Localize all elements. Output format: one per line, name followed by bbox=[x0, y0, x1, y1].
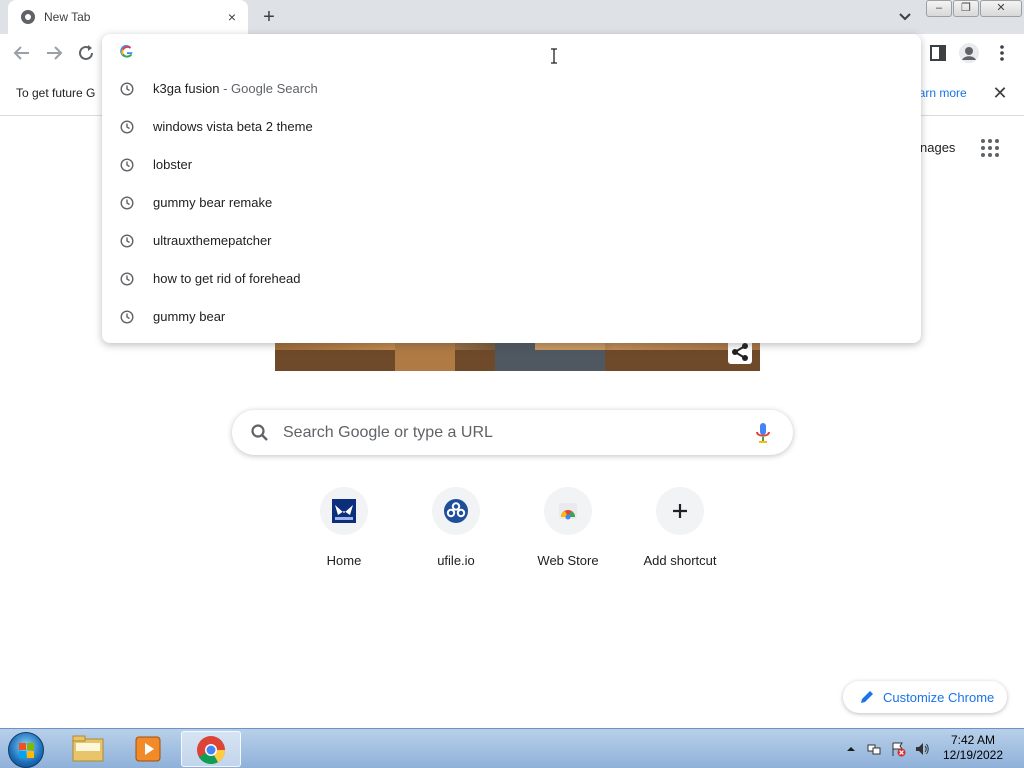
suggestion-query: ultrauxthemepatcher bbox=[153, 233, 272, 248]
microphone-icon[interactable] bbox=[754, 422, 772, 444]
suggestion-text: gummy bear bbox=[153, 309, 225, 324]
omnibox-suggestion[interactable]: how to get rid of forehead bbox=[102, 260, 921, 298]
shortcut-web-store[interactable]: Web Store bbox=[513, 487, 623, 577]
shortcut-label: Home bbox=[326, 553, 362, 568]
tab-title: New Tab bbox=[44, 10, 91, 24]
history-clock-icon bbox=[120, 234, 134, 248]
ntp-search-box[interactable]: Search Google or type a URL bbox=[232, 410, 793, 455]
omnibox-dropdown: k3ga fusion - Google Search windows vista… bbox=[102, 34, 921, 343]
pencil-icon bbox=[861, 691, 873, 703]
windows-taskbar: 7:42 AM 12/19/2022 bbox=[0, 728, 1024, 768]
network-icon[interactable] bbox=[866, 741, 882, 757]
search-placeholder: Search Google or type a URL bbox=[283, 424, 493, 441]
omnibox-suggestion[interactable]: ultrauxthemepatcher bbox=[102, 222, 921, 260]
history-clock-icon bbox=[120, 158, 134, 172]
folder-icon bbox=[72, 735, 104, 762]
ufile-logo-icon bbox=[444, 499, 468, 523]
shortcut-label: Add shortcut bbox=[643, 553, 717, 568]
shortcut-tile bbox=[656, 487, 704, 535]
suggestion-query: lobster bbox=[153, 157, 193, 172]
menu-kebab-icon[interactable] bbox=[991, 42, 1013, 64]
zeltal-logo-icon bbox=[332, 499, 356, 523]
close-window-button[interactable]: ✕ bbox=[980, 0, 1022, 17]
taskbar-explorer[interactable] bbox=[58, 731, 118, 767]
google-g-icon bbox=[120, 45, 133, 58]
info-bar-text: To get future G bbox=[16, 86, 96, 100]
history-clock-icon bbox=[120, 272, 134, 286]
text-cursor-icon bbox=[551, 48, 557, 64]
info-bar-close-button[interactable]: ✕ bbox=[990, 83, 1010, 104]
plus-icon bbox=[673, 504, 687, 518]
taskbar-media-player[interactable] bbox=[118, 731, 178, 767]
tab-strip: New Tab × + – ❐ ✕ bbox=[0, 0, 1024, 34]
suggestion-query: windows vista beta 2 theme bbox=[153, 119, 313, 134]
suggestion-query: how to get rid of forehead bbox=[153, 271, 301, 286]
omnibox-suggestion[interactable]: lobster bbox=[102, 146, 921, 184]
google-apps-grid-icon[interactable] bbox=[981, 139, 999, 157]
customize-chrome-label: Customize Chrome bbox=[883, 690, 995, 705]
shortcut-tile bbox=[544, 487, 592, 535]
volume-icon[interactable] bbox=[914, 741, 930, 757]
side-panel-icon[interactable] bbox=[927, 42, 949, 64]
share-icon[interactable] bbox=[728, 340, 752, 364]
tab-search-chevron-icon[interactable] bbox=[895, 8, 915, 26]
action-center-flag-icon[interactable] bbox=[890, 741, 906, 757]
window-controls: – ❐ ✕ bbox=[926, 0, 1023, 18]
shortcut-home[interactable]: Home bbox=[289, 487, 399, 577]
suggestion-text: k3ga fusion - Google Search bbox=[153, 81, 318, 96]
shortcut-label: Web Store bbox=[537, 553, 599, 568]
images-link[interactable]: nages bbox=[920, 140, 955, 155]
suggestion-text: lobster bbox=[153, 157, 192, 172]
tab-new-tab[interactable]: New Tab × bbox=[8, 0, 248, 34]
reload-icon[interactable] bbox=[75, 42, 97, 64]
media-player-icon bbox=[135, 736, 161, 762]
minimize-button[interactable]: – bbox=[926, 0, 952, 17]
suggestion-query: k3ga fusion bbox=[153, 81, 220, 96]
tray-expand-icon[interactable] bbox=[843, 741, 859, 757]
suggestion-text: ultrauxthemepatcher bbox=[153, 233, 272, 248]
shortcut-tile bbox=[432, 487, 480, 535]
suggestion-query: gummy bear bbox=[153, 309, 226, 324]
suggestion-suffix: - Google Search bbox=[219, 81, 318, 96]
history-clock-icon bbox=[120, 120, 134, 134]
new-tab-button[interactable]: + bbox=[258, 6, 280, 28]
forward-arrow-icon[interactable] bbox=[43, 42, 65, 64]
omnibox-suggestion[interactable]: gummy bear bbox=[102, 298, 921, 336]
taskbar-chrome[interactable] bbox=[181, 731, 241, 767]
back-arrow-icon[interactable] bbox=[11, 42, 33, 64]
clock-date: 12/19/2022 bbox=[942, 748, 1004, 762]
suggestion-text: windows vista beta 2 theme bbox=[153, 119, 313, 134]
tab-close-button[interactable]: × bbox=[223, 8, 241, 26]
suggestion-text: how to get rid of forehead bbox=[153, 271, 300, 286]
search-icon bbox=[251, 424, 268, 441]
history-clock-icon bbox=[120, 310, 134, 324]
maximize-button[interactable]: ❐ bbox=[953, 0, 979, 17]
suggestion-query: gummy bear remake bbox=[153, 195, 273, 210]
chrome-favicon-icon bbox=[21, 10, 35, 24]
clock-time: 7:42 AM bbox=[950, 733, 996, 747]
omnibox-suggestion[interactable]: gummy bear remake bbox=[102, 184, 921, 222]
start-button[interactable] bbox=[8, 732, 44, 768]
shortcut-add[interactable]: Add shortcut bbox=[625, 487, 735, 577]
tray-clock[interactable]: 7:42 AM 12/19/2022 bbox=[938, 733, 1008, 763]
profile-avatar-icon[interactable] bbox=[958, 42, 980, 64]
customize-chrome-button[interactable]: Customize Chrome bbox=[843, 681, 1007, 713]
chrome-web-store-icon bbox=[559, 503, 577, 520]
omnibox-suggestion[interactable]: k3ga fusion - Google Search bbox=[102, 70, 921, 108]
windows-logo-icon bbox=[19, 743, 34, 758]
shortcut-ufile[interactable]: ufile.io bbox=[401, 487, 511, 577]
shortcut-tile bbox=[320, 487, 368, 535]
history-clock-icon bbox=[120, 196, 134, 210]
screen: New Tab × + – ❐ ✕ To get future G earn m… bbox=[0, 0, 1024, 768]
omnibox-suggestion[interactable]: windows vista beta 2 theme bbox=[102, 108, 921, 146]
history-clock-icon bbox=[120, 82, 134, 96]
chrome-logo-icon bbox=[197, 736, 225, 764]
suggestion-text: gummy bear remake bbox=[153, 195, 272, 210]
shortcut-label: ufile.io bbox=[437, 553, 475, 568]
